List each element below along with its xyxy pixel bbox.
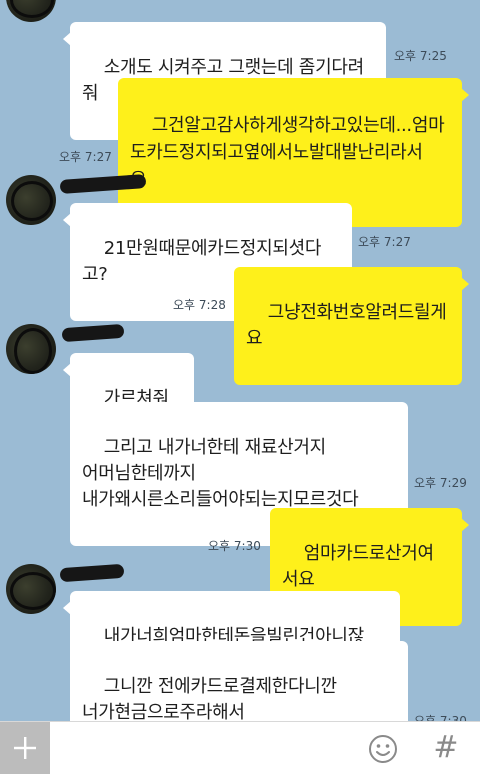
message-time: 오후 7:30 xyxy=(208,539,261,553)
plus-icon xyxy=(14,737,36,759)
message-input[interactable] xyxy=(58,730,362,768)
emoticon-icon xyxy=(369,735,397,763)
input-bar: # xyxy=(0,721,480,774)
message-text: 그리고 내가너한테 재료산거지 어머님한테까지 내가왜시른소리들어야되는지모르것… xyxy=(82,437,359,510)
message-time: 오후 7:29 xyxy=(414,476,467,490)
message-time: 오후 7:27 xyxy=(59,150,112,164)
sender-name xyxy=(61,323,125,343)
message-time: 오후 7:30 xyxy=(414,714,467,721)
chat-area: 소개도 시켜주고 그랫는데 좀기다려줘 오후 7:25 그건알고감사하게생각하고… xyxy=(0,0,480,721)
hashtag-icon: # xyxy=(433,730,459,765)
sender-name xyxy=(59,563,125,583)
message-bubble[interactable]: 그니깐 전에카드로결제한다니깐 너가현금으로주라해서 좀기다려달라는건데 그럼진… xyxy=(70,641,408,721)
message-text: 그니깐 전에카드로결제한다니깐 너가현금으로주라해서 좀기다려달라는건데 그럼진… xyxy=(82,676,337,721)
hashtag-button[interactable]: # xyxy=(428,728,464,768)
message-text: 엄마카드로산거여서요 xyxy=(282,543,434,590)
message-time: 오후 7:28 xyxy=(173,298,226,312)
avatar[interactable] xyxy=(6,564,56,614)
avatar[interactable] xyxy=(6,175,56,225)
avatar[interactable] xyxy=(6,0,56,22)
plus-button[interactable] xyxy=(0,722,50,774)
message-time: 오후 7:25 xyxy=(394,49,447,63)
message-time: 오후 7:27 xyxy=(358,235,411,249)
message-text: 그건알고감사하게생각하고있는데...엄마 도카드정지되고옆에서노발대발난리라서 … xyxy=(130,115,445,190)
message-text: 그냥전화번호알려드릴게요 xyxy=(246,302,447,349)
emoticon-button[interactable] xyxy=(368,734,398,764)
avatar[interactable] xyxy=(6,324,56,374)
message-bubble[interactable]: 그냥전화번호알려드릴게요 xyxy=(234,267,469,385)
